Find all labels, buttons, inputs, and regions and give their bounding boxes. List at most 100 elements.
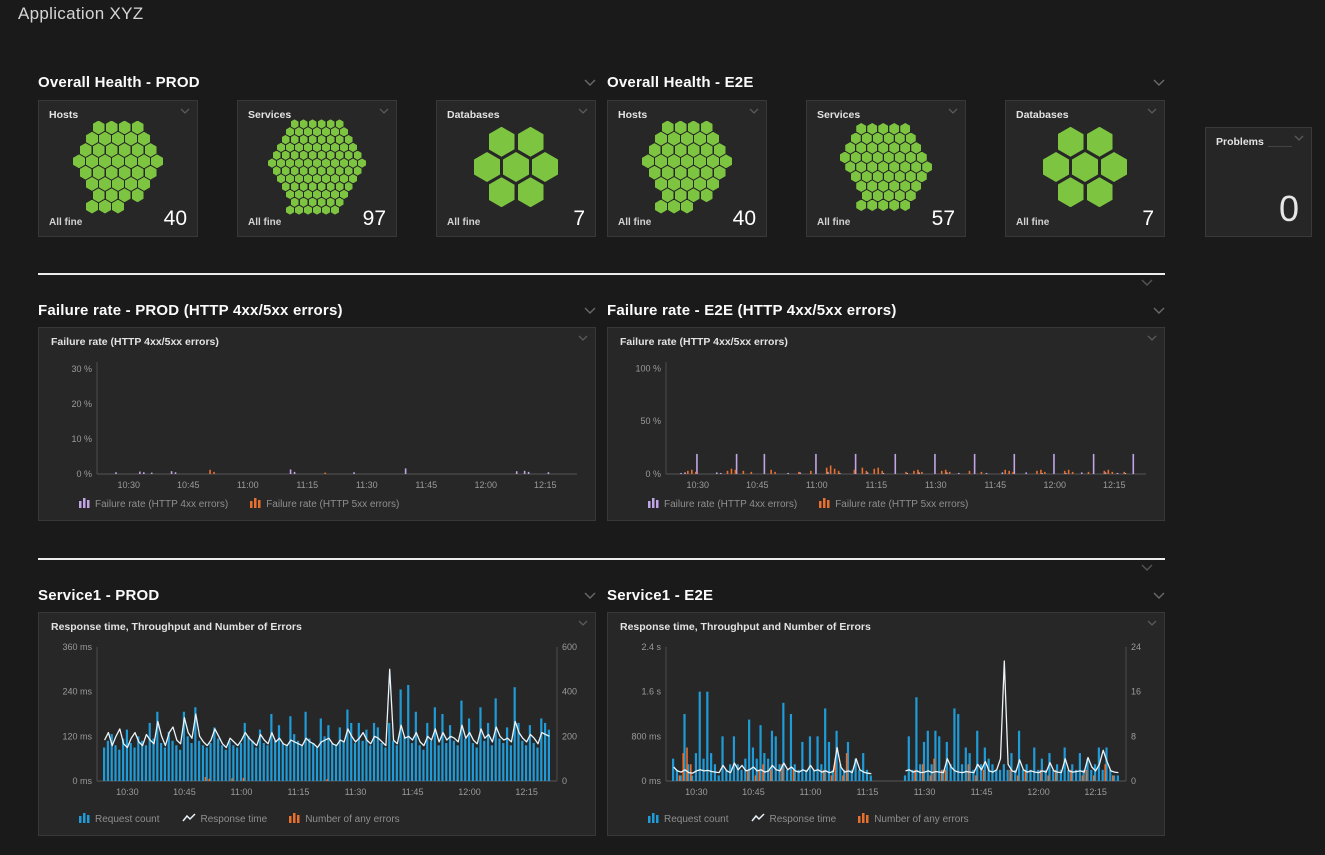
hexagon-healthy[interactable] <box>322 190 330 199</box>
hexagon-healthy[interactable] <box>900 200 910 212</box>
hexagon-healthy[interactable] <box>309 151 317 160</box>
hexagon-healthy[interactable] <box>889 123 899 135</box>
hexagon-healthy[interactable] <box>688 121 700 135</box>
hexagon-healthy[interactable] <box>295 127 303 136</box>
hexagon-healthy[interactable] <box>132 143 144 157</box>
hexagon-healthy[interactable] <box>878 180 888 192</box>
hexagon-healthy[interactable] <box>922 161 932 173</box>
hexagon-healthy[interactable] <box>1072 152 1098 182</box>
hexagon-healthy[interactable] <box>86 132 98 146</box>
hexagon-healthy[interactable] <box>304 127 312 136</box>
hexagon-healthy[interactable] <box>112 177 124 191</box>
hexagon-healthy[interactable] <box>900 180 910 192</box>
hexagon-healthy[interactable] <box>313 127 321 136</box>
hexagon-healthy[interactable] <box>1043 152 1069 182</box>
hexagon-healthy[interactable] <box>291 198 299 207</box>
hexagon-healthy[interactable] <box>489 177 515 207</box>
hexagon-healthy[interactable] <box>884 171 894 183</box>
hexagon-healthy[interactable] <box>714 166 726 180</box>
hexagon-healthy[interactable] <box>707 177 719 191</box>
hexagon-healthy[interactable] <box>720 154 732 168</box>
hexagon-healthy[interactable] <box>286 127 294 136</box>
chevron-down-icon[interactable] <box>379 108 389 114</box>
hexagon-healthy[interactable] <box>331 174 339 183</box>
hexagon-healthy[interactable] <box>662 188 674 202</box>
hexagon-healthy[interactable] <box>895 133 905 145</box>
hexagon-healthy[interactable] <box>286 143 294 152</box>
chevron-down-icon[interactable] <box>578 108 588 114</box>
hexagon-healthy[interactable] <box>474 152 500 182</box>
hexagon-healthy[interactable] <box>300 182 308 191</box>
hexagon-healthy[interactable] <box>878 142 888 154</box>
hexagon-healthy[interactable] <box>286 190 294 199</box>
chevron-down-icon[interactable] <box>1147 335 1157 341</box>
hexagon-healthy[interactable] <box>856 123 866 135</box>
hexagon-healthy[interactable] <box>911 180 921 192</box>
chevron-down-icon[interactable] <box>584 79 596 86</box>
hexagon-healthy[interactable] <box>119 121 131 135</box>
hexagon-healthy[interactable] <box>132 121 144 135</box>
hexagon-healthy[interactable] <box>856 142 866 154</box>
hexagon-healthy[interactable] <box>895 152 905 164</box>
hexagon-healthy[interactable] <box>668 132 680 146</box>
chevron-down-icon[interactable] <box>578 620 588 626</box>
chevron-down-icon[interactable] <box>1153 592 1165 599</box>
hexagon-healthy[interactable] <box>840 152 850 164</box>
chevron-down-icon[interactable] <box>584 592 596 599</box>
hexagon-healthy[interactable] <box>268 158 276 167</box>
chevron-down-icon[interactable] <box>749 108 759 114</box>
hexagon-healthy[interactable] <box>701 188 713 202</box>
hexagon-healthy[interactable] <box>856 200 866 212</box>
hexagon-healthy[interactable] <box>309 198 317 207</box>
hexagon-healthy[interactable] <box>345 166 353 175</box>
hexagon-healthy[interactable] <box>707 154 719 168</box>
hexagon-healthy[interactable] <box>867 200 877 212</box>
hexagon-healthy[interactable] <box>112 200 124 214</box>
hexagon-healthy[interactable] <box>112 154 124 168</box>
hexagon-healthy[interactable] <box>318 135 326 144</box>
legend-item[interactable]: Response time <box>182 813 268 826</box>
service-e2e-chart[interactable]: 0 ms800 ms1.6 s2.4 s08162410:3010:4511:0… <box>620 641 1154 812</box>
hexagon-healthy[interactable] <box>895 190 905 202</box>
hexagon-healthy[interactable] <box>668 200 680 214</box>
hexagon-healthy[interactable] <box>336 166 344 175</box>
hexagon-healthy[interactable] <box>309 119 317 128</box>
hexagon-healthy[interactable] <box>694 177 706 191</box>
hexagon-healthy[interactable] <box>873 152 883 164</box>
hexagon-healthy[interactable] <box>655 154 667 168</box>
hexagon-healthy[interactable] <box>119 143 131 157</box>
failure-e2e-chart[interactable]: 0 %50 %100 %10:3010:4511:0011:1511:3011:… <box>620 356 1154 507</box>
hexagon-healthy[interactable] <box>655 200 667 214</box>
hexagon-healthy[interactable] <box>701 121 713 135</box>
hexagon-healthy[interactable] <box>906 133 916 145</box>
hexagon-healthy[interactable] <box>304 158 312 167</box>
hexagon-healthy[interactable] <box>277 143 285 152</box>
health-tile-hosts[interactable]: HostsAll fine40 <box>38 100 198 237</box>
hexagon-healthy[interactable] <box>489 127 515 157</box>
hexagon-healthy[interactable] <box>313 190 321 199</box>
hexagon-healthy[interactable] <box>707 132 719 146</box>
hexagon-healthy[interactable] <box>878 161 888 173</box>
hexagon-healthy[interactable] <box>688 166 700 180</box>
hexagon-healthy[interactable] <box>322 143 330 152</box>
hexagon-healthy[interactable] <box>655 177 667 191</box>
hexagon-healthy[interactable] <box>532 152 558 182</box>
hexagon-healthy[interactable] <box>273 166 281 175</box>
hexagon-healthy[interactable] <box>862 171 872 183</box>
hexagon-healthy[interactable] <box>889 161 899 173</box>
hexagon-healthy[interactable] <box>345 151 353 160</box>
hexagon-healthy[interactable] <box>340 143 348 152</box>
hexagon-healthy[interactable] <box>358 158 366 167</box>
hexagon-healthy[interactable] <box>273 151 281 160</box>
hexagon-healthy[interactable] <box>286 174 294 183</box>
chevron-down-icon[interactable] <box>948 108 958 114</box>
hexagon-healthy[interactable] <box>845 161 855 173</box>
hexagon-healthy[interactable] <box>856 180 866 192</box>
hexagon-healthy[interactable] <box>93 188 105 202</box>
hexagon-healthy[interactable] <box>295 174 303 183</box>
hexagon-healthy[interactable] <box>291 166 299 175</box>
hexagon-healthy[interactable] <box>906 190 916 202</box>
hexagon-healthy[interactable] <box>304 174 312 183</box>
hexagon-healthy[interactable] <box>668 177 680 191</box>
hexagon-healthy[interactable] <box>138 154 150 168</box>
